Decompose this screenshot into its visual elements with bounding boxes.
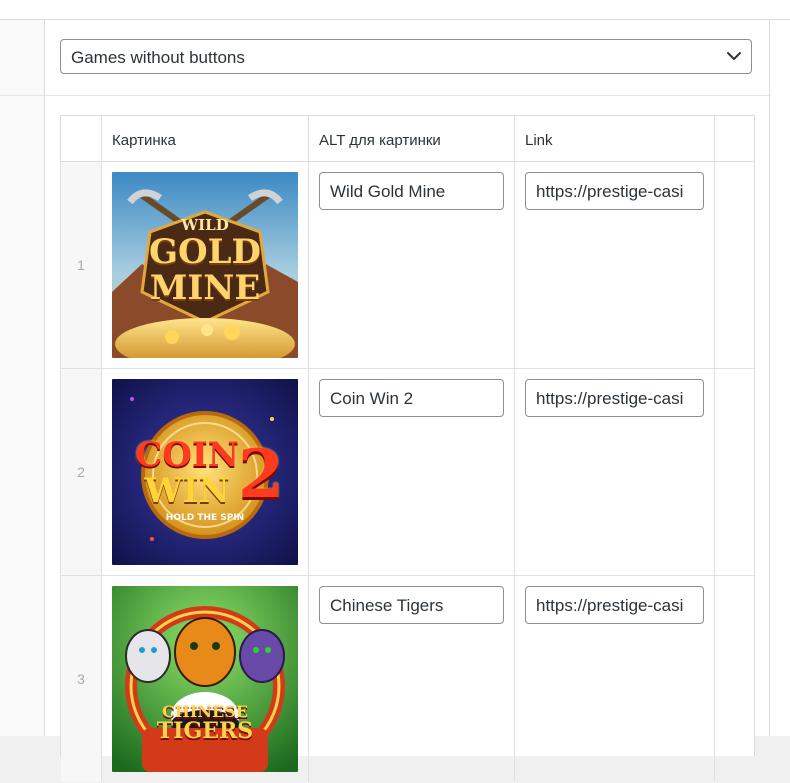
header-index bbox=[61, 116, 102, 161]
top-bar bbox=[0, 0, 790, 20]
link-cell: https://prestige-casi bbox=[515, 369, 715, 575]
actions-cell bbox=[715, 369, 754, 575]
alt-cell: Coin Win 2 bbox=[309, 369, 515, 575]
game-thumbnail[interactable]: COIN WIN 2 HOLD THE SPIN bbox=[112, 379, 298, 565]
image-cell: COIN WIN 2 HOLD THE SPIN bbox=[102, 369, 309, 575]
header-alt: ALT для картинки bbox=[309, 116, 515, 161]
chinese-tigers-image bbox=[112, 586, 298, 772]
link-input[interactable]: https://prestige-casi bbox=[525, 172, 704, 210]
alt-cell: Wild Gold Mine bbox=[309, 162, 515, 368]
games-type-select[interactable]: Games without buttons bbox=[60, 39, 752, 74]
selector-row: Games without buttons bbox=[45, 20, 769, 96]
link-input[interactable]: https://prestige-casi bbox=[525, 379, 704, 417]
left-label-column-lower bbox=[0, 96, 44, 736]
header-link: Link bbox=[515, 116, 715, 161]
thumb-caption: HOLD THE SPIN bbox=[165, 513, 245, 523]
thumb-title-bottom: MINE bbox=[149, 268, 261, 308]
row-index: 1 bbox=[77, 257, 85, 273]
image-cell: WILD GOLD MINE bbox=[102, 162, 309, 368]
image-cell: CHINESE TIGERS bbox=[102, 576, 309, 782]
games-type-select-value: Games without buttons bbox=[71, 48, 245, 67]
table-header: Картинка ALT для картинки Link bbox=[61, 116, 754, 162]
row-index-cell[interactable]: 1 bbox=[61, 162, 102, 368]
games-table: Картинка ALT для картинки Link 1 WILD GO… bbox=[60, 115, 755, 782]
table-row: 3 CHINESE TIGERS Chinese Tigers https://… bbox=[61, 576, 754, 783]
settings-panel: Games without buttons Картинка ALT для к… bbox=[44, 20, 770, 782]
table-row: 2 COIN WIN 2 HOLD THE SPIN Coin Win 2 ht… bbox=[61, 369, 754, 576]
link-cell: https://prestige-casi bbox=[515, 162, 715, 368]
alt-cell: Chinese Tigers bbox=[309, 576, 515, 782]
actions-cell bbox=[715, 576, 754, 782]
alt-input[interactable]: Coin Win 2 bbox=[319, 379, 504, 417]
chevron-down-icon bbox=[727, 52, 741, 60]
thumb-title-mid: GOLD bbox=[148, 232, 262, 272]
header-actions bbox=[715, 116, 754, 161]
row-index: 3 bbox=[77, 671, 85, 687]
thumb-title-bottom: 2 bbox=[238, 435, 284, 513]
row-index-cell[interactable]: 2 bbox=[61, 369, 102, 575]
alt-input[interactable]: Wild Gold Mine bbox=[319, 172, 504, 210]
game-thumbnail[interactable]: WILD GOLD MINE bbox=[112, 172, 298, 358]
right-margin bbox=[769, 20, 790, 736]
game-thumbnail[interactable]: CHINESE TIGERS bbox=[112, 586, 298, 772]
thumb-title-bottom: TIGERS bbox=[156, 718, 254, 744]
alt-input[interactable]: Chinese Tigers bbox=[319, 586, 504, 624]
actions-cell bbox=[715, 162, 754, 368]
header-image: Картинка bbox=[102, 116, 309, 161]
row-index: 2 bbox=[77, 464, 85, 480]
link-input[interactable]: https://prestige-casi bbox=[525, 586, 704, 624]
row-index-cell[interactable]: 3 bbox=[61, 576, 102, 782]
left-label-column bbox=[0, 20, 44, 96]
link-cell: https://prestige-casi bbox=[515, 576, 715, 782]
table-row: 1 WILD GOLD MINE Wild Gold Mine https://… bbox=[61, 162, 754, 369]
